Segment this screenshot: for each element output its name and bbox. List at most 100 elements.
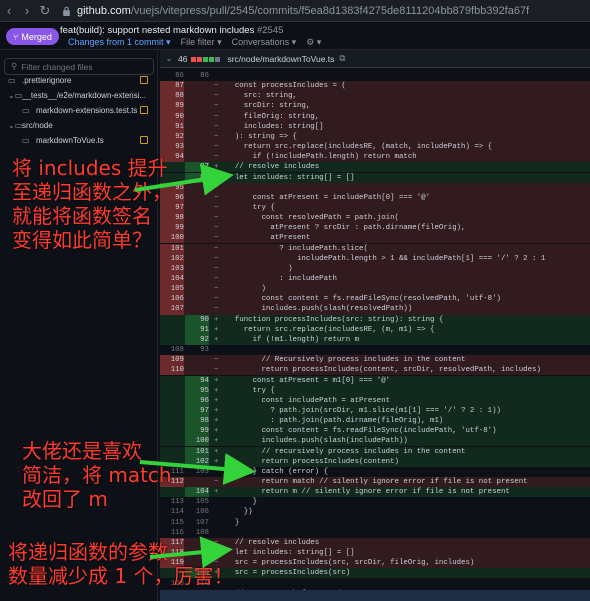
tree-item-markdown-extensions-test[interactable]: ▭ markdown-extensions.test.ts <box>0 103 158 117</box>
old-line-number[interactable]: 105 <box>160 284 184 295</box>
old-line-number[interactable]: 103 <box>160 263 184 274</box>
diff-sign: + <box>214 325 219 334</box>
tree-item-label: src/node <box>22 120 53 130</box>
filter-icon: ⚲ <box>11 61 18 71</box>
diff-sign: − <box>214 478 219 486</box>
expand-lines-bar[interactable] <box>160 590 590 601</box>
diff-line: 98 + : path.join(path.dirname(fileOrig), … <box>160 416 590 427</box>
tree-item-markdowntovue[interactable]: ▭ markdownToVue.ts <box>0 133 158 147</box>
new-line-number[interactable]: 102 <box>185 456 209 467</box>
pr-toolbar: Changes from 1 commit ▾ File filter ▾ Co… <box>68 37 321 48</box>
code-text: return processIncludes(content) <box>226 457 399 466</box>
new-line-number[interactable]: 96 <box>185 395 209 406</box>
code-text: const content = fs.readFileSync(includeP… <box>226 427 497 436</box>
diff-file-path[interactable]: src/node/markdownToVue.ts <box>227 54 334 64</box>
diff-sign: − <box>214 112 219 121</box>
changes-from-dropdown[interactable]: Changes from 1 commit ▾ <box>68 37 171 48</box>
old-line-number[interactable]: 104 <box>160 274 184 285</box>
settings-gear-icon[interactable]: ⚙ ▾ <box>306 37 321 48</box>
diff-line: 108 93 <box>160 345 590 355</box>
diff-line: 95 + try { <box>160 385 590 396</box>
new-line-number[interactable]: 93 <box>185 345 209 355</box>
diff-sign: − <box>214 366 219 375</box>
new-line-number[interactable]: 90 <box>185 314 209 325</box>
new-line-number[interactable]: 98 <box>185 416 209 427</box>
old-line-number[interactable]: 91 <box>160 121 184 132</box>
new-line-number[interactable]: 87 <box>185 162 209 173</box>
diff-sign: − <box>214 193 219 202</box>
old-line-number[interactable]: 90 <box>160 111 184 122</box>
code-text: return m // silently ignore error if fil… <box>226 488 510 497</box>
old-line-number[interactable]: 107 <box>160 304 184 315</box>
folder-open-icon: ⌄▭ <box>8 120 23 130</box>
diff-line: 96 + const includePath = atPresent <box>160 395 590 406</box>
new-line-number[interactable]: 88 <box>185 172 209 183</box>
old-line-number[interactable]: 88 <box>160 91 184 102</box>
old-line-number[interactable]: 108 <box>160 345 184 355</box>
folder-open-icon: ⌄▭ <box>8 90 23 100</box>
new-line-number[interactable]: 107 <box>185 518 209 528</box>
new-line-number[interactable]: 99 <box>185 426 209 437</box>
tree-item-prettierignore[interactable]: ▭ .prettierignore <box>0 73 158 87</box>
old-line-number[interactable]: 93 <box>160 142 184 153</box>
code-text: const content = fs.readFileSync(resolved… <box>226 295 501 304</box>
annotation-1: 将 includes 提升 至递归函数之外， 就能将函数签名 变得如此简单？ <box>12 156 172 252</box>
diff-view: ⌄ 46 src/node/markdownToVue.ts ⧉ 86 86 87−… <box>160 50 590 601</box>
new-line-number[interactable]: 91 <box>185 324 209 335</box>
diff-line: 95− <box>160 182 590 193</box>
address-bar[interactable]: github.com/vuejs/vitepress/pull/2545/com… <box>62 5 529 17</box>
reload-icon[interactable]: ↻ <box>36 0 54 22</box>
new-line-number[interactable]: 105 <box>185 497 209 507</box>
new-line-number[interactable]: 86 <box>185 71 209 81</box>
new-line-number[interactable]: 94 <box>185 375 209 386</box>
diff-line: 101 + // recursively process includes in … <box>160 446 590 457</box>
diff-line: 90 − fileOrig: string, <box>160 111 590 122</box>
new-line-number[interactable]: 100 <box>185 436 209 447</box>
diff-sign: − <box>214 183 219 192</box>
new-line-number[interactable]: 108 <box>185 528 209 538</box>
tree-folder-src-node[interactable]: ⌄▭ src/node <box>0 118 158 132</box>
modified-icon <box>140 76 148 84</box>
url-path: /vuejs/vitepress/pull/2545/commits/f5ea8… <box>130 4 530 17</box>
code-text: let includes: string[] = [] <box>226 549 355 558</box>
old-line-number[interactable]: 87 <box>160 81 184 92</box>
old-line-number[interactable]: 115 <box>160 518 184 528</box>
code-text: includes.push(slash(resolvedPath)) <box>226 305 413 314</box>
old-line-number[interactable]: 89 <box>160 101 184 112</box>
new-line-number[interactable]: 95 <box>185 385 209 396</box>
code-text: ? includePath.slice( <box>226 244 368 253</box>
old-line-number[interactable]: 92 <box>160 131 184 142</box>
old-line-number[interactable]: 110 <box>160 365 184 376</box>
new-line-number[interactable]: 92 <box>185 334 209 345</box>
diff-line: 102 − includePath.length > 1 && includePa… <box>160 253 590 264</box>
code-text: return src.replace(includesRE, (m, m1) =… <box>226 325 435 334</box>
new-line-number[interactable]: 101 <box>185 446 209 457</box>
old-line-number[interactable]: 116 <box>160 528 184 538</box>
new-line-number[interactable]: 97 <box>185 405 209 417</box>
old-line-number[interactable]: 102 <box>160 253 184 264</box>
back-icon[interactable]: ‹ <box>0 0 18 22</box>
new-line-number[interactable]: 106 <box>185 507 209 517</box>
old-line-number[interactable]: 106 <box>160 294 184 305</box>
tree-item-label: markdown-extensions.test.ts <box>36 105 138 115</box>
conversations-dropdown[interactable]: Conversations ▾ <box>232 37 297 48</box>
diff-line: 104 + return m // silently ignore error i… <box>160 487 590 498</box>
diff-sign: + <box>214 427 219 436</box>
forward-icon[interactable]: › <box>18 0 36 22</box>
file-filter-dropdown[interactable]: File filter ▾ <box>181 37 222 48</box>
code-text: src = processIncludes(src) <box>226 569 351 578</box>
pr-title-text: feat(build): support nested markdown inc… <box>60 25 255 36</box>
file-filter-label: File filter <box>180 37 215 47</box>
old-line-number[interactable]: 109 <box>160 355 184 366</box>
copy-icon[interactable]: ⧉ <box>339 53 345 64</box>
diff-line: 115 107 } <box>160 518 590 528</box>
collapse-chevron-icon[interactable]: ⌄ <box>160 53 178 64</box>
diff-line: 87 + // resolve includes <box>160 162 590 173</box>
tree-folder-tests[interactable]: ⌄▭ __tests__/e2e/markdown-extensi... <box>0 88 158 102</box>
old-line-number[interactable]: 86 <box>160 71 184 81</box>
new-line-number[interactable]: 104 <box>185 487 209 498</box>
code-text: }) <box>226 508 253 517</box>
code-text: } <box>226 518 240 527</box>
code-text: try { <box>226 203 275 212</box>
new-line-number[interactable]: 103 <box>185 467 209 477</box>
